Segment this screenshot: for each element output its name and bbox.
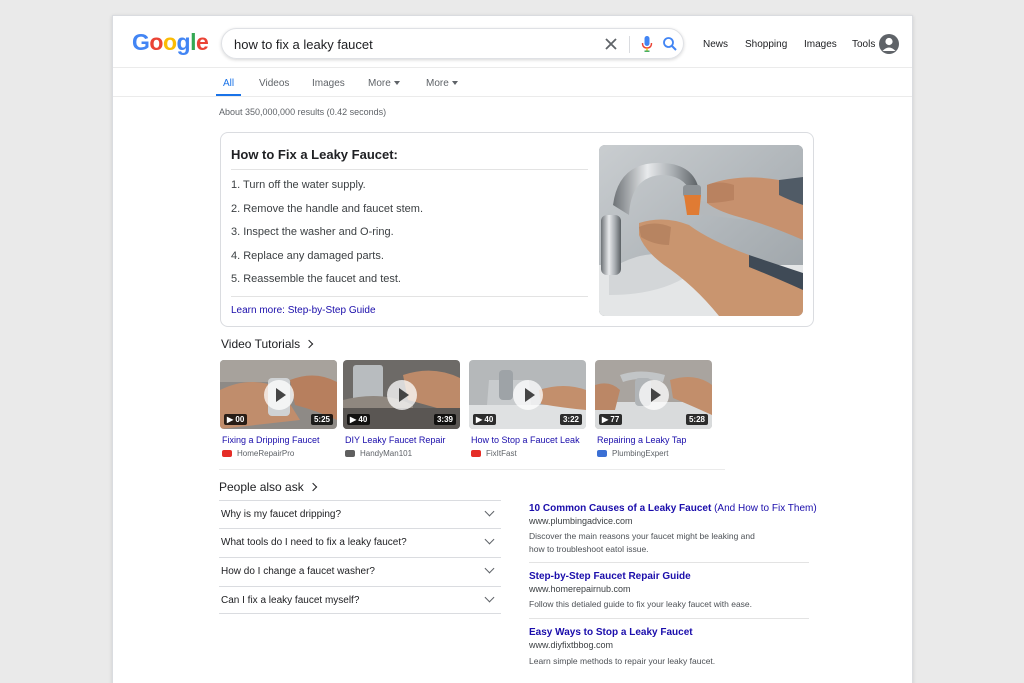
close-icon[interactable] bbox=[602, 35, 620, 53]
featured-snippet: How to Fix a Leaky Faucet: 1. Turn off t… bbox=[220, 132, 814, 327]
result-url[interactable]: www.homerepairnub.com bbox=[529, 584, 631, 594]
search-header: Google News Shopping Images Tools bbox=[113, 16, 912, 68]
channel-icon bbox=[597, 450, 607, 457]
tab-all[interactable]: All bbox=[223, 78, 234, 89]
video-source: HandyMan101 bbox=[345, 449, 412, 458]
video-thumbnail[interactable]: ▶ 00 5:25 bbox=[220, 360, 337, 429]
play-icon[interactable] bbox=[513, 380, 543, 410]
chevron-right-icon bbox=[308, 482, 317, 492]
result-url[interactable]: www.plumbingadvice.com bbox=[529, 516, 633, 526]
video-source: FixItFast bbox=[471, 449, 517, 458]
nav-shopping[interactable]: Shopping bbox=[745, 39, 787, 50]
chevron-down-icon[interactable] bbox=[484, 592, 495, 603]
snippet-step: 5. Reassemble the faucet and test. bbox=[231, 273, 401, 285]
learn-more-link[interactable]: Learn more: Step-by-Step Guide bbox=[231, 305, 376, 316]
video-badge: ▶ 40 bbox=[473, 414, 497, 425]
result-url[interactable]: www.diyfixtbbog.com bbox=[529, 640, 613, 650]
tab-more[interactable]: More bbox=[368, 78, 400, 89]
result-description: Discover the main reasons your faucet mi… bbox=[529, 531, 755, 554]
paa-question-text: What tools do I need to fix a leaky fauc… bbox=[221, 537, 407, 548]
search-input[interactable] bbox=[234, 35, 594, 53]
youtube-icon bbox=[222, 450, 232, 457]
paa-question[interactable]: What tools do I need to fix a leaky fauc… bbox=[219, 528, 501, 557]
video-badge: ▶ 00 bbox=[224, 414, 248, 425]
search-divider bbox=[629, 36, 630, 53]
result-description: Follow this detialed guide to fix your l… bbox=[529, 599, 753, 609]
video-duration: 5:25 bbox=[310, 414, 333, 425]
divider bbox=[219, 613, 501, 614]
video-source: PlumbingExpert bbox=[597, 449, 668, 458]
video-thumbnail[interactable]: ▶ 40 3:22 bbox=[469, 360, 586, 429]
paa-question[interactable]: How do I change a faucet washer? bbox=[219, 557, 501, 586]
browser-window: Google News Shopping Images Tools bbox=[112, 15, 913, 683]
tab-images[interactable]: Images bbox=[312, 78, 345, 89]
faucet-repair-image[interactable] bbox=[599, 145, 803, 316]
video-thumbnail[interactable]: ▶ 77 5:28 bbox=[595, 360, 712, 429]
play-icon[interactable] bbox=[639, 380, 669, 410]
video-title[interactable]: DIY Leaky Faucet Repair bbox=[345, 435, 475, 445]
chevron-down-icon[interactable] bbox=[484, 506, 495, 517]
video-card[interactable]: ▶ 00 5:25 Fixing a Dripping Faucet HomeR… bbox=[220, 360, 337, 458]
snippet-step: 4. Replace any damaged parts. bbox=[231, 250, 384, 262]
microphone-icon[interactable] bbox=[640, 35, 654, 53]
chevron-right-icon bbox=[304, 339, 314, 349]
video-card[interactable]: ▶ 77 5:28 Repairing a Leaky Tap Plumbing… bbox=[595, 360, 712, 458]
video-source: HomeRepairPro bbox=[222, 449, 294, 458]
result-description: Learn simple methods to repair your leak… bbox=[529, 656, 716, 666]
paa-question[interactable]: Why is my faucet dripping? bbox=[219, 500, 501, 529]
video-card[interactable]: ▶ 40 3:22 How to Stop a Faucet Leak FixI… bbox=[469, 360, 586, 458]
video-duration: 3:22 bbox=[559, 414, 582, 425]
paa-question-text: Why is my faucet dripping? bbox=[221, 509, 342, 520]
video-title[interactable]: Fixing a Dripping Faucet bbox=[222, 435, 352, 445]
video-duration: 5:28 bbox=[685, 414, 708, 425]
nav-images[interactable]: Images bbox=[804, 39, 837, 50]
youtube-icon bbox=[471, 450, 481, 457]
channel-icon bbox=[345, 450, 355, 457]
search-box[interactable] bbox=[221, 28, 684, 59]
video-badge: ▶ 77 bbox=[599, 414, 623, 425]
chevron-down-icon[interactable] bbox=[484, 563, 495, 574]
result-title-link[interactable]: Step-by-Step Faucet Repair Guide bbox=[529, 571, 691, 582]
caret-down-icon bbox=[393, 81, 400, 85]
video-duration: 3:39 bbox=[433, 414, 456, 425]
nav-tools[interactable]: Tools bbox=[852, 39, 875, 50]
tab-videos[interactable]: Videos bbox=[259, 78, 289, 89]
tab-more-2[interactable]: More bbox=[426, 78, 458, 89]
chevron-down-icon[interactable] bbox=[484, 534, 495, 545]
divider bbox=[529, 562, 809, 563]
snippet-step: 2. Remove the handle and faucet stem. bbox=[231, 203, 424, 215]
nav-news[interactable]: News bbox=[703, 39, 728, 50]
paa-question[interactable]: Can I fix a leaky faucet myself? bbox=[219, 586, 501, 615]
paa-question-text: Can I fix a leaky faucet myself? bbox=[221, 595, 360, 606]
play-icon[interactable] bbox=[387, 380, 417, 410]
video-tutorials-heading[interactable]: Video Tutorials bbox=[221, 337, 314, 351]
video-thumbnail[interactable]: ▶ 40 3:39 bbox=[343, 360, 460, 429]
active-tab-indicator bbox=[216, 94, 241, 96]
search-tabs: All Videos Images More More bbox=[113, 68, 912, 97]
divider bbox=[529, 618, 809, 619]
video-badge: ▶ 40 bbox=[347, 414, 371, 425]
google-logo[interactable]: Google bbox=[132, 29, 209, 56]
divider bbox=[231, 169, 588, 170]
search-icon[interactable] bbox=[662, 35, 678, 53]
paa-question-text: How do I change a faucet washer? bbox=[221, 566, 375, 577]
result-stats: About 350,000,000 results (0.42 seconds) bbox=[219, 107, 387, 117]
user-icon bbox=[882, 37, 896, 51]
video-card[interactable]: ▶ 40 3:39 DIY Leaky Faucet Repair HandyM… bbox=[343, 360, 460, 458]
people-also-ask-heading[interactable]: People also ask bbox=[219, 480, 317, 494]
divider bbox=[219, 469, 725, 470]
result-title-link[interactable]: 10 Common Causes of a Leaky Faucet (And … bbox=[529, 503, 817, 514]
avatar[interactable] bbox=[879, 34, 899, 54]
result-title-link[interactable]: Easy Ways to Stop a Leaky Faucet bbox=[529, 627, 693, 638]
caret-down-icon bbox=[451, 81, 458, 85]
snippet-step: 1. Turn off the water supply. bbox=[231, 179, 366, 191]
divider bbox=[231, 296, 588, 297]
snippet-step: 3. Inspect the washer and O-ring. bbox=[231, 226, 394, 238]
play-icon[interactable] bbox=[264, 380, 294, 410]
snippet-title: How to Fix a Leaky Faucet: bbox=[231, 147, 398, 162]
video-title[interactable]: Repairing a Leaky Tap bbox=[597, 435, 727, 445]
video-title[interactable]: How to Stop a Faucet Leak bbox=[471, 435, 601, 445]
